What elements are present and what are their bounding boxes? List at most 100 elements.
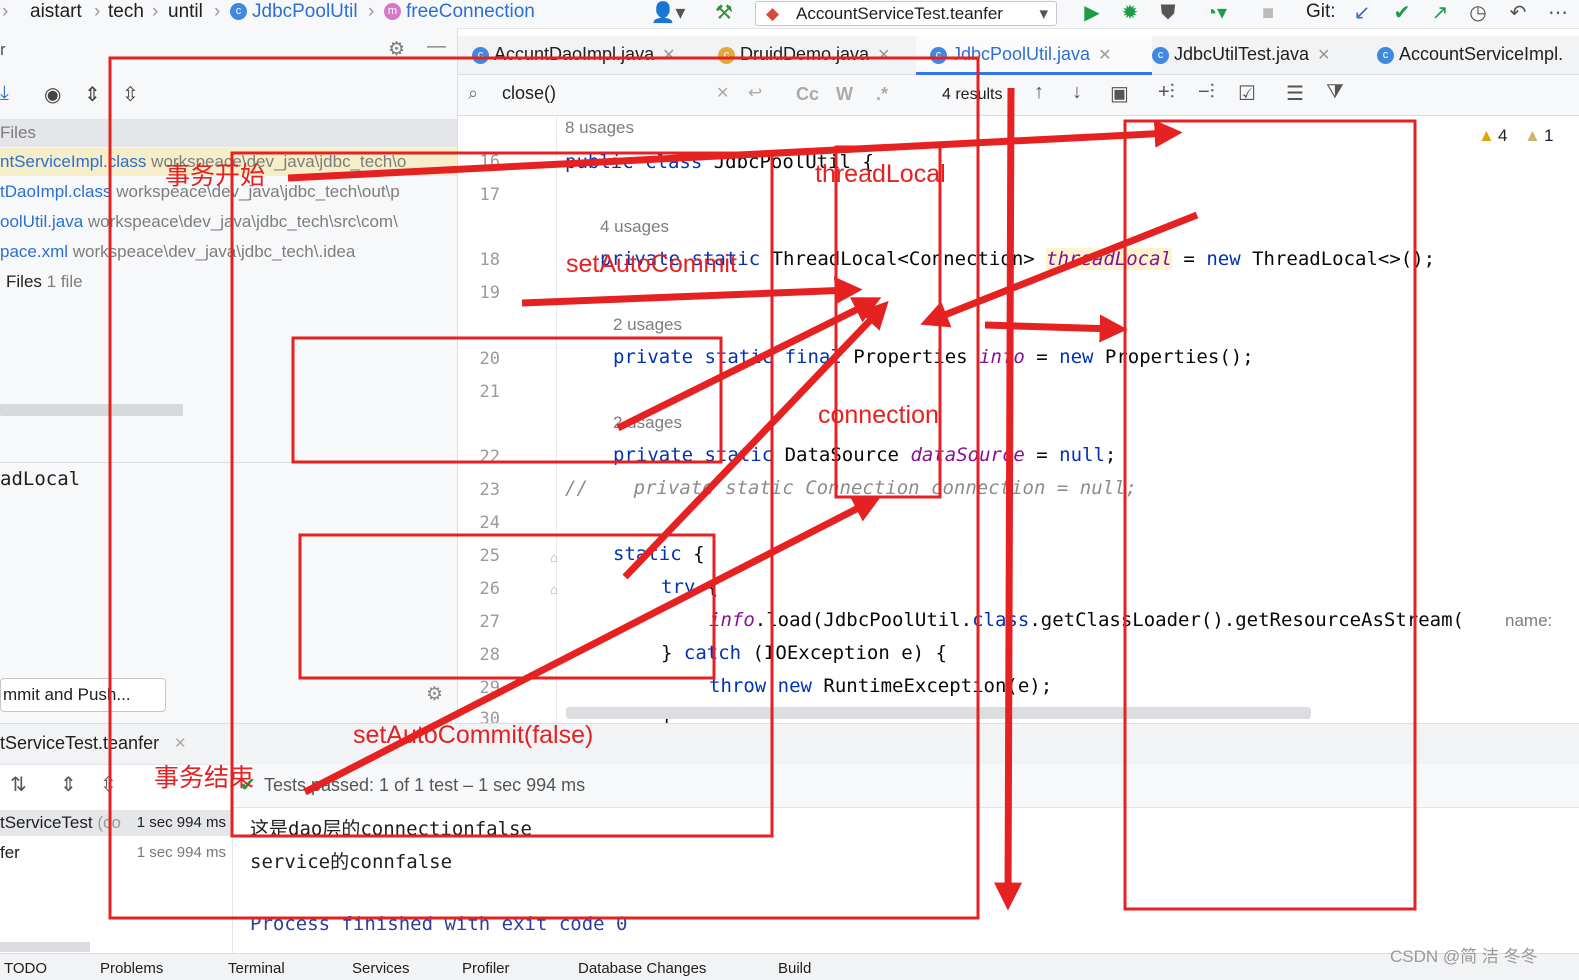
- usages-hint[interactable]: 8 usages: [565, 118, 634, 138]
- breadcrumb-item-project[interactable]: aistart: [30, 0, 82, 24]
- filter-icon[interactable]: ⧩: [1326, 81, 1344, 104]
- history-icon[interactable]: ◷: [1466, 2, 1490, 24]
- fold-icon[interactable]: ⌂: [550, 582, 558, 597]
- breadcrumb-item-package[interactable]: until: [168, 0, 203, 24]
- commit-and-push-button[interactable]: mmit and Push...: [0, 678, 166, 712]
- watermark: CSDN @简 洁 冬冬: [1390, 947, 1538, 966]
- collapse-all-icon[interactable]: ⇳: [122, 82, 139, 107]
- regex-toggle[interactable]: .*: [876, 84, 888, 105]
- chevron-down-icon: ▾: [1039, 4, 1048, 23]
- files-summary-row[interactable]: Files 1 file: [0, 268, 457, 296]
- problems-tool-button[interactable]: Problems: [100, 960, 163, 977]
- fold-icon[interactable]: ⌂: [550, 550, 558, 565]
- test-extra: (co: [97, 813, 121, 832]
- close-icon[interactable]: ✕: [877, 47, 890, 64]
- run-config-select[interactable]: ◆ AccountServiceTest.teanfer ▾: [755, 1, 1057, 26]
- select-all-occurrences-icon[interactable]: ☑: [1238, 81, 1256, 106]
- clear-icon[interactable]: ✕: [716, 83, 729, 103]
- warning-icon[interactable]: ▲: [1478, 126, 1495, 146]
- breadcrumb-item-class[interactable]: c JdbcPoolUtil: [230, 0, 358, 24]
- hammer-icon[interactable]: ⚒: [712, 2, 736, 24]
- terminal-tool-button[interactable]: Terminal: [228, 960, 285, 977]
- search-input[interactable]: close(): [502, 83, 556, 104]
- test-tree-row[interactable]: tServiceTest (co 1 sec 994 ms: [0, 810, 232, 836]
- annotation-tx-start: 事务开始: [165, 162, 266, 190]
- services-tool-button[interactable]: Services: [352, 960, 410, 977]
- test-name: tServiceTest: [0, 813, 93, 832]
- newline-icon[interactable]: ↩: [748, 83, 762, 103]
- horizontal-scrollbar[interactable]: [0, 404, 183, 416]
- gear-icon[interactable]: ⚙: [388, 38, 405, 61]
- close-icon[interactable]: ✕: [1098, 47, 1111, 64]
- sort-icon[interactable]: ⇅: [10, 772, 27, 797]
- tab-jdbcutiltest[interactable]: c JdbcUtilTest.java ✕: [1138, 36, 1374, 72]
- whole-word-toggle[interactable]: W: [836, 84, 853, 105]
- add-selection-icon[interactable]: +⫶: [1158, 81, 1175, 104]
- code-line: info.load(JdbcPoolUtil.class.getClassLoa…: [709, 609, 1464, 631]
- code-editor[interactable]: 16 17 18 19 20 21 22 23 24 25 26 27 28 2…: [458, 116, 1579, 729]
- rollback-icon[interactable]: ↶: [1506, 2, 1530, 24]
- class-icon: c: [1377, 46, 1394, 64]
- search-results-count: 4 results: [942, 86, 1003, 103]
- git-commit-icon[interactable]: ✔: [1390, 2, 1414, 24]
- stop-icon[interactable]: ■: [1256, 2, 1280, 24]
- files-count: 1 file: [46, 272, 83, 291]
- usages-hint[interactable]: 2 usages: [613, 315, 682, 335]
- annotation-threadlocal: threadLocal: [815, 160, 946, 188]
- run-tab-label[interactable]: tServiceTest.teanfer: [0, 733, 159, 754]
- panel-title-fragment: r: [0, 40, 6, 59]
- run-icon[interactable]: ▶: [1080, 2, 1104, 24]
- annotation-set-auto-commit-false: setAutoCommit(false): [353, 721, 594, 749]
- editor-tabs: c AccuntDaoImpl.java ✕ c DruidDemo.java ✕ cJ…: [458, 36, 1579, 75]
- close-icon[interactable]: ✕: [1317, 47, 1330, 64]
- user-icon[interactable]: 👤▾: [648, 2, 688, 24]
- breadcrumb-item-module[interactable]: tech: [108, 0, 144, 24]
- eye-icon[interactable]: ◉: [44, 82, 61, 107]
- tab-druiddemo[interactable]: c DruidDemo.java ✕: [704, 36, 922, 72]
- profiler-tool-button[interactable]: Profiler: [462, 960, 510, 977]
- git-push-icon[interactable]: ↗: [1428, 2, 1452, 24]
- weak-warning-icon[interactable]: ▲: [1524, 126, 1541, 146]
- expand-all-icon[interactable]: ⇕: [60, 772, 77, 797]
- more-icon[interactable]: ⋯: [1546, 2, 1570, 24]
- line-number: 16: [479, 152, 500, 172]
- breadcrumb-item-method[interactable]: m freeConnection: [384, 0, 535, 24]
- annotation-tx-end: 事务结束: [154, 764, 255, 792]
- todo-tool-button[interactable]: TODO: [4, 960, 47, 977]
- debug-icon[interactable]: ✹: [1118, 2, 1142, 24]
- profile-icon[interactable]: ◔▾: [1196, 2, 1236, 24]
- build-tool-button[interactable]: Build: [778, 960, 811, 977]
- filter-lines-icon[interactable]: ☰: [1286, 81, 1304, 106]
- file-name: tDaoImpl.class: [0, 182, 112, 201]
- line-number: 21: [479, 382, 500, 402]
- database-changes-tool-button[interactable]: Database Changes: [578, 960, 706, 977]
- coverage-icon[interactable]: ⛊: [1156, 2, 1180, 24]
- file-path: workspeace\dev_java\jdbc_tech\src\com\: [87, 212, 398, 231]
- file-row[interactable]: pace.xml workspeace\dev_java\jdbc_tech\.…: [0, 238, 457, 266]
- tab-accuntdaoimpl[interactable]: c AccuntDaoImpl.java ✕: [458, 36, 708, 72]
- close-icon[interactable]: ✕: [174, 734, 187, 752]
- git-update-icon[interactable]: ↙: [1350, 2, 1374, 24]
- minimize-icon[interactable]: —: [427, 36, 446, 58]
- tab-accountserviceimpl[interactable]: c AccountServiceImpl.: [1363, 36, 1579, 72]
- search-icon[interactable]: ⌕: [468, 83, 478, 104]
- match-case-toggle[interactable]: Cc: [796, 84, 819, 105]
- close-icon[interactable]: ✕: [662, 47, 675, 64]
- usages-hint[interactable]: 4 usages: [600, 217, 669, 237]
- next-occurrence-icon[interactable]: ↓: [1072, 81, 1082, 104]
- horizontal-scrollbar[interactable]: [0, 942, 90, 952]
- tab-jdbcpoolutil[interactable]: c JdbcPoolUtil.java ✕: [916, 36, 1152, 75]
- usages-hint[interactable]: 2 usages: [613, 413, 682, 433]
- gear-icon[interactable]: ⚙: [426, 683, 443, 706]
- select-all-icon[interactable]: ▣: [1110, 81, 1129, 106]
- file-row[interactable]: oolUtil.java workspeace\dev_java\jdbc_te…: [0, 208, 457, 236]
- find-bar: ⌕ close() ✕ ↩ Cc W .* 4 results ↑ ↓ ▣ +⫶…: [458, 75, 1579, 116]
- previous-occurrence-icon[interactable]: ↑: [1034, 81, 1044, 104]
- test-tree-row[interactable]: fer 1 sec 994 ms: [0, 840, 232, 866]
- expand-all-icon[interactable]: ⇕: [84, 82, 101, 107]
- remove-selection-icon[interactable]: −⫶: [1198, 81, 1215, 104]
- download-icon[interactable]: ⤓: [0, 82, 9, 105]
- line-number: 19: [479, 283, 500, 303]
- horizontal-scrollbar[interactable]: [566, 707, 1311, 719]
- collapse-all-icon[interactable]: ⇳: [100, 772, 117, 797]
